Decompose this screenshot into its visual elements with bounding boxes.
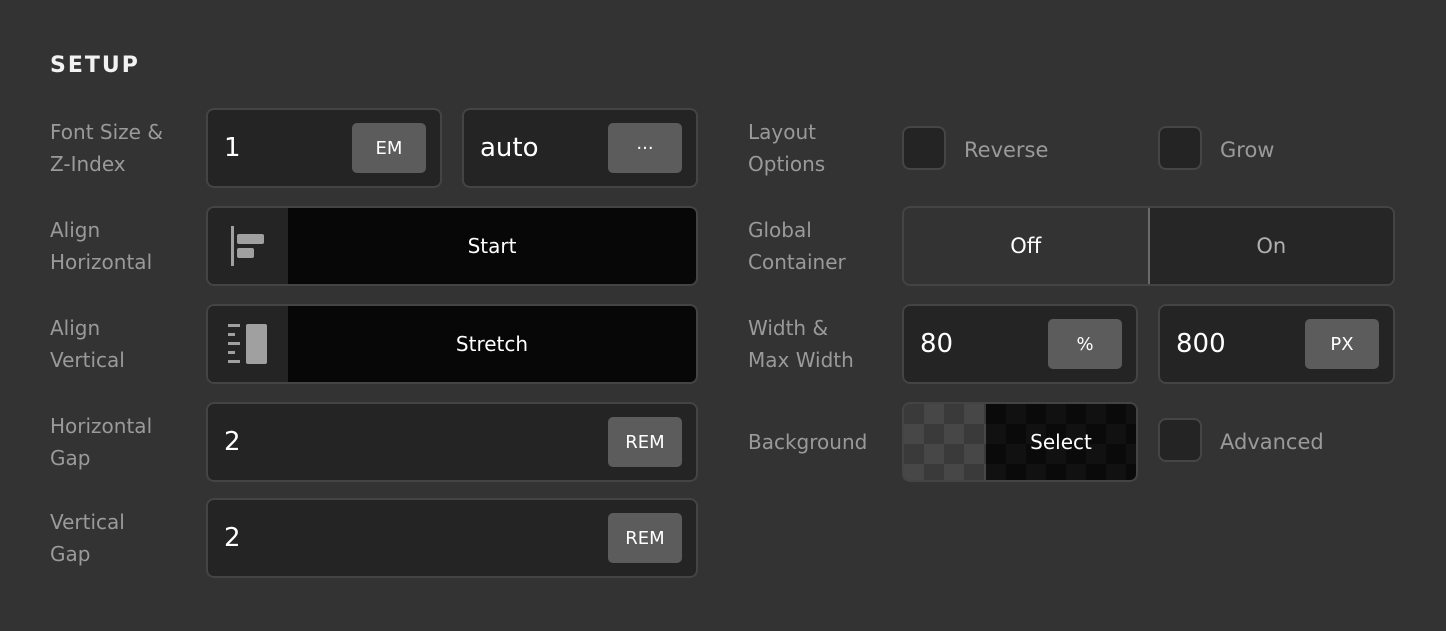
font-size-input[interactable]: 1 EM xyxy=(206,108,442,188)
layout-options-label-line2: Options xyxy=(748,152,826,176)
width-label: Width & Max Width xyxy=(748,312,854,376)
align-horizontal-label-line1: Align xyxy=(50,218,101,242)
horizontal-gap-unit-button[interactable]: REM xyxy=(608,417,682,467)
global-container-on-option[interactable]: On xyxy=(1149,208,1393,284)
font-size-value[interactable]: 1 xyxy=(224,110,241,186)
align-stretch-icon[interactable] xyxy=(208,306,288,382)
align-vertical-label-line2: Vertical xyxy=(50,348,125,372)
horizontal-gap-label: Horizontal Gap xyxy=(50,410,152,474)
font-size-unit-button[interactable]: EM xyxy=(352,123,426,173)
align-horizontal-label: Align Horizontal xyxy=(50,214,152,278)
global-container-label-line2: Container xyxy=(748,250,846,274)
max-width-unit-button[interactable]: PX xyxy=(1305,319,1379,369)
z-index-input[interactable]: auto ··· xyxy=(462,108,698,188)
horizontal-gap-value[interactable]: 2 xyxy=(224,404,241,480)
horizontal-gap-label-line1: Horizontal xyxy=(50,414,153,438)
global-container-off-option[interactable]: Off xyxy=(904,208,1150,284)
more-icon[interactable]: ··· xyxy=(608,123,682,173)
vertical-gap-label-line2: Gap xyxy=(50,542,91,566)
align-vertical-label-line1: Align xyxy=(50,316,101,340)
background-label: Background xyxy=(748,430,868,454)
global-container-label-line1: Global xyxy=(748,218,812,242)
layout-options-label-line1: Layout xyxy=(748,120,816,144)
horizontal-gap-label-line2: Gap xyxy=(50,446,91,470)
z-index-value[interactable]: auto xyxy=(480,110,539,186)
width-value[interactable]: 80 xyxy=(920,306,953,382)
layout-options-label: Layout Options xyxy=(748,116,825,180)
width-unit-button[interactable]: % xyxy=(1048,319,1122,369)
align-horizontal-label-line2: Horizontal xyxy=(50,250,153,274)
transparency-swatch[interactable] xyxy=(904,404,986,480)
max-width-input[interactable]: 800 PX xyxy=(1158,304,1395,384)
global-container-label: Global Container xyxy=(748,214,846,278)
grow-label[interactable]: Grow xyxy=(1220,134,1274,166)
align-start-icon[interactable] xyxy=(208,208,288,284)
align-horizontal-select[interactable]: Start xyxy=(206,206,698,286)
font-size-label: Font Size & Z-Index xyxy=(50,116,163,180)
max-width-value[interactable]: 800 xyxy=(1176,306,1226,382)
vertical-gap-label: Vertical Gap xyxy=(50,506,125,570)
reverse-label[interactable]: Reverse xyxy=(964,134,1048,166)
reverse-checkbox[interactable] xyxy=(902,126,946,170)
align-vertical-label: Align Vertical xyxy=(50,312,125,376)
background-select-button[interactable]: Select xyxy=(986,404,1136,480)
vertical-gap-input[interactable]: 2 REM xyxy=(206,498,698,578)
advanced-checkbox[interactable] xyxy=(1158,418,1202,462)
section-title: SETUP xyxy=(50,53,140,78)
font-size-label-line2: Z-Index xyxy=(50,152,126,176)
align-vertical-value[interactable]: Stretch xyxy=(288,306,696,382)
width-label-line1: Width & xyxy=(748,316,829,340)
width-input[interactable]: 80 % xyxy=(902,304,1138,384)
vertical-gap-label-line1: Vertical xyxy=(50,510,125,534)
align-horizontal-value[interactable]: Start xyxy=(288,208,696,284)
width-label-line2: Max Width xyxy=(748,348,854,372)
vertical-gap-value[interactable]: 2 xyxy=(224,500,241,576)
grow-checkbox[interactable] xyxy=(1158,126,1202,170)
vertical-gap-unit-button[interactable]: REM xyxy=(608,513,682,563)
align-vertical-select[interactable]: Stretch xyxy=(206,304,698,384)
background-select[interactable]: Select xyxy=(902,402,1138,482)
global-container-toggle[interactable]: Off On xyxy=(902,206,1395,286)
horizontal-gap-input[interactable]: 2 REM xyxy=(206,402,698,482)
font-size-label-line1: Font Size & xyxy=(50,120,163,144)
advanced-label[interactable]: Advanced xyxy=(1220,426,1324,458)
